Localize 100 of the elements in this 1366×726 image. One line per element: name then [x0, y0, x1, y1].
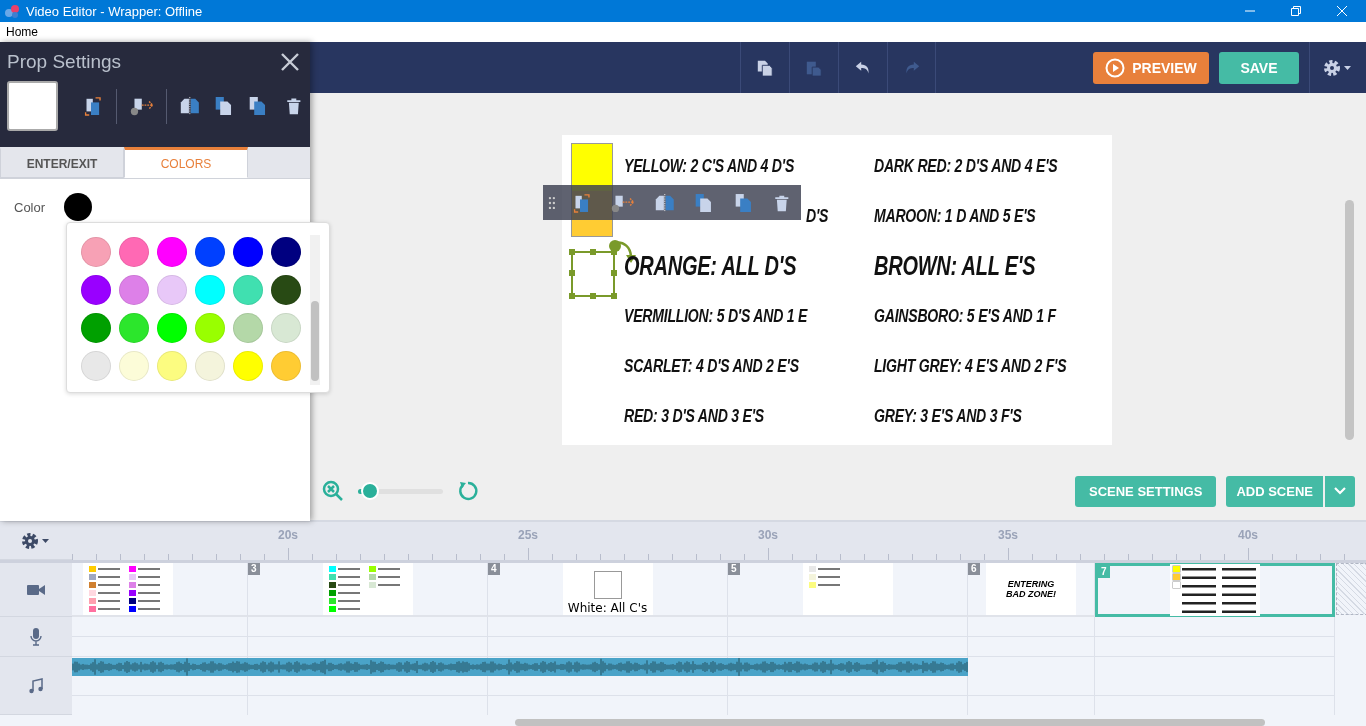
text-line	[97, 576, 120, 578]
color-swatch[interactable]	[81, 351, 111, 381]
color-swatch[interactable]	[271, 351, 301, 381]
text-line	[817, 576, 840, 578]
camera-icon	[27, 583, 45, 596]
canvas-text: BROWN: ALL E'S	[873, 250, 1036, 282]
reset-zoom-icon[interactable]	[457, 480, 479, 502]
color-swatch[interactable]	[81, 313, 111, 343]
color-swatch-prop[interactable]	[571, 251, 615, 297]
text-line	[337, 608, 360, 610]
scene-clip[interactable]: 3	[248, 563, 488, 617]
zoom-out-icon[interactable]	[322, 480, 344, 502]
color-swatch[interactable]	[233, 237, 263, 267]
swap-icon[interactable]	[82, 95, 104, 117]
add-scene-button[interactable]: ADD SCENE	[1226, 475, 1323, 507]
color-swatch[interactable]	[157, 237, 187, 267]
text-line	[137, 600, 160, 602]
settings-icon[interactable]	[1323, 57, 1353, 78]
scrollbar-thumb[interactable]	[311, 301, 319, 381]
color-label: Color	[14, 199, 46, 215]
color-swatch[interactable]	[271, 275, 301, 305]
scene-clip[interactable]: 5	[728, 563, 968, 617]
color-swatch[interactable]	[233, 275, 263, 305]
scene-settings-button[interactable]: SCENE SETTINGS	[1075, 475, 1217, 507]
text-line	[1222, 568, 1256, 571]
canvas-text: GREY: 3 E'S AND 3 F'S	[873, 405, 1022, 427]
menu-item[interactable]: Home	[6, 25, 38, 39]
copy-icon	[756, 58, 774, 77]
scene-clip[interactable]: 4 White: All C's	[488, 563, 728, 617]
color-swatch[interactable]	[271, 313, 301, 343]
settings-icon[interactable]	[21, 530, 51, 551]
text-line	[137, 584, 160, 586]
color-swatch[interactable]	[119, 275, 149, 305]
text-line	[1222, 610, 1256, 613]
canvas-text: LIGHT GREY: 4 E'S AND 2 F'S	[873, 355, 1066, 377]
flip-icon[interactable]	[179, 95, 202, 117]
canvas-text: ORANGE: ALL D'S	[624, 250, 797, 282]
color-swatch[interactable]	[195, 351, 225, 381]
audio-waveform[interactable]	[72, 658, 968, 676]
app-icon	[3, 3, 21, 19]
color-swatch[interactable]	[233, 313, 263, 343]
scene-number: 6	[968, 563, 980, 575]
drag-handle-icon[interactable]	[548, 195, 556, 210]
text-line	[817, 568, 840, 570]
scene-clip[interactable]: 6 ENTERING BAD ZONE!	[968, 563, 1095, 617]
text-line	[97, 592, 120, 594]
panel-title: Prop Settings	[7, 51, 122, 73]
panel-tab[interactable]: COLORS	[124, 147, 248, 178]
text-line	[377, 576, 400, 578]
text-line	[377, 568, 400, 570]
music-note-icon	[29, 677, 43, 694]
canvas-text: SCARLET: 4 D'S AND 2 E'S	[624, 355, 799, 377]
scrollbar-thumb[interactable]	[1345, 200, 1354, 440]
scene-number: 3	[248, 563, 260, 575]
color-swatch[interactable]	[157, 351, 187, 381]
text-line	[1222, 593, 1256, 596]
current-color-swatch[interactable]	[64, 193, 93, 221]
save-button[interactable]: SAVE	[1219, 51, 1299, 84]
text-line	[1182, 593, 1216, 596]
text-line	[1182, 610, 1216, 613]
text-line	[337, 592, 360, 594]
text-line	[97, 600, 120, 602]
text-line	[1182, 568, 1216, 571]
preview-button[interactable]: PREVIEW	[1093, 51, 1209, 84]
restore-icon[interactable]	[1291, 6, 1301, 16]
scene-placeholder[interactable]	[1336, 563, 1366, 615]
text-line	[817, 584, 840, 586]
text-line	[137, 608, 160, 610]
scrollbar-thumb[interactable]	[515, 719, 1265, 726]
text-line	[97, 608, 120, 610]
text-line	[1222, 576, 1256, 579]
canvas-text: VERMILLION: 5 D'S AND 1 E	[624, 305, 808, 327]
text-line	[1222, 602, 1256, 605]
add-scene-dropdown[interactable]	[1325, 475, 1355, 507]
color-swatch[interactable]	[157, 275, 187, 305]
scene-clip[interactable]	[72, 563, 248, 617]
text-line	[97, 584, 120, 586]
canvas-text: DARK RED: 2 D'S AND 4 E'S	[873, 155, 1057, 177]
chevron-down-icon	[1334, 487, 1346, 495]
canvas-text: MAROON: 1 D AND 5 E'S	[873, 205, 1035, 227]
color-swatch[interactable]	[195, 275, 225, 305]
color-swatch[interactable]	[119, 351, 149, 381]
text-line	[137, 576, 160, 578]
color-swatch[interactable]	[119, 313, 149, 343]
scene-number: 5	[728, 563, 740, 575]
color-swatch[interactable]	[271, 237, 301, 267]
color-swatch[interactable]	[119, 237, 149, 267]
panel-tab[interactable]: ENTER/EXIT	[0, 147, 124, 178]
text-line	[137, 592, 160, 594]
text-line	[1222, 585, 1256, 588]
color-swatch[interactable]	[81, 275, 111, 305]
color-swatch[interactable]	[195, 237, 225, 267]
close-icon[interactable]	[280, 52, 300, 72]
color-swatch[interactable]	[157, 313, 187, 343]
text-line	[377, 584, 400, 586]
text-line	[137, 568, 160, 570]
color-swatch[interactable]	[81, 237, 111, 267]
color-swatch[interactable]	[233, 351, 263, 381]
color-swatch[interactable]	[195, 313, 225, 343]
flip-icon[interactable]	[653, 191, 676, 214]
